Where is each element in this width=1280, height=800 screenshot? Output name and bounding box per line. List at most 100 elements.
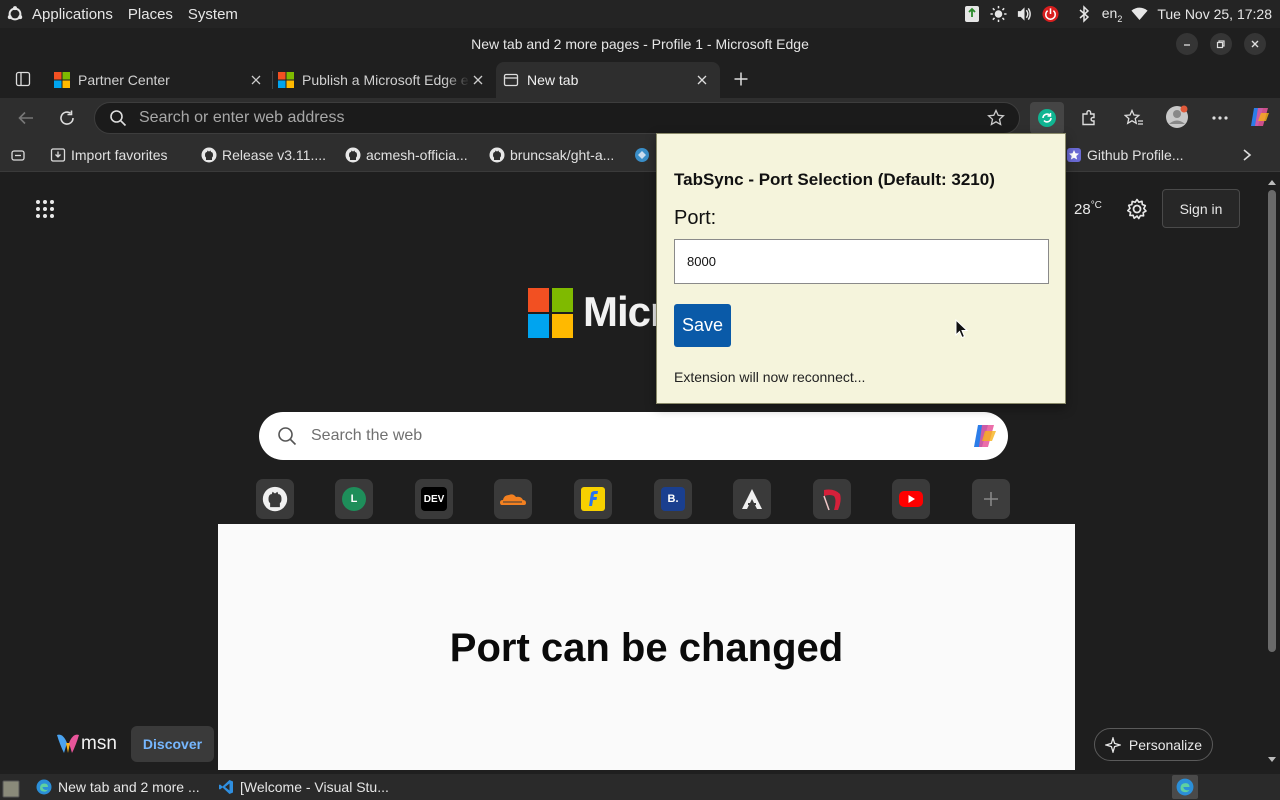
copilot-button[interactable] — [1245, 102, 1275, 132]
tabsync-icon — [1038, 109, 1056, 127]
profile-button[interactable] — [1162, 102, 1192, 132]
quick-link-github[interactable] — [256, 479, 294, 519]
window-title: New tab and 2 more pages - Profile 1 - M… — [471, 36, 809, 52]
quick-link-dev[interactable]: DEV — [415, 479, 453, 519]
personalize-button[interactable]: Personalize — [1094, 728, 1213, 761]
minimize-button[interactable] — [1176, 33, 1198, 55]
port-input[interactable]: 8000 — [674, 239, 1049, 284]
favorite-hidden-item[interactable] — [634, 138, 655, 172]
tab-partner-center[interactable]: Partner Center — [52, 62, 270, 98]
maximize-button[interactable] — [1210, 33, 1232, 55]
weather-unit: °C — [1090, 200, 1102, 211]
menu-applications[interactable]: Applications — [32, 6, 122, 23]
tab-close-button[interactable] — [470, 72, 486, 88]
show-desktop-button[interactable] — [2, 778, 20, 800]
favorites-button[interactable] — [1119, 103, 1149, 133]
favorite-acmesh[interactable]: acmesh-officia... — [345, 138, 468, 172]
top-panel: Applications Places System en2 Tue Nov 2… — [0, 0, 1280, 28]
tabsync-extension-button[interactable] — [1030, 102, 1064, 134]
tab-publish-edge[interactable]: Publish a Microsoft Edge e — [278, 62, 492, 98]
favorite-label: acmesh-officia... — [366, 147, 468, 163]
tab-actions-button[interactable] — [8, 64, 38, 94]
quick-link-arch[interactable] — [733, 479, 771, 519]
refresh-button[interactable] — [52, 103, 82, 133]
vscode-icon — [219, 780, 233, 794]
msn-butterfly-icon — [57, 734, 79, 753]
panel-menu: Applications Places System — [0, 5, 247, 23]
youtube-icon — [899, 491, 923, 507]
caption-headline: Port can be changed — [449, 626, 844, 670]
extensions-button[interactable] — [1074, 103, 1104, 133]
web-search-box[interactable]: Search the web — [259, 412, 1008, 460]
favorite-import[interactable]: Import favorites — [50, 138, 167, 172]
favorite-github-profile[interactable]: Github Profile... — [1066, 138, 1184, 172]
quick-link-cloudflare[interactable] — [494, 479, 532, 519]
address-bar[interactable]: Search or enter web address — [94, 102, 1020, 134]
brightness-icon[interactable] — [990, 5, 1007, 23]
copilot-icon[interactable] — [970, 421, 1000, 451]
page-scrollbar[interactable] — [1264, 172, 1280, 770]
scrollbar-thumb[interactable] — [1268, 190, 1276, 652]
tab-actions-icon — [15, 71, 31, 87]
github-icon — [201, 147, 217, 163]
discover-tab[interactable]: Discover — [130, 726, 215, 762]
favorite-label: Release v3.11.... — [222, 147, 327, 163]
scroll-up-icon[interactable] — [1267, 178, 1277, 186]
quick-link-youtube[interactable] — [892, 479, 930, 519]
port-label: Port: — [674, 207, 717, 229]
sign-in-button[interactable]: Sign in — [1162, 189, 1240, 228]
volume-icon[interactable] — [1016, 6, 1033, 23]
close-window-button[interactable] — [1244, 33, 1266, 55]
back-button[interactable] — [11, 103, 41, 133]
close-icon — [697, 75, 707, 85]
gear-icon[interactable] — [1125, 197, 1149, 221]
puzzle-icon — [1082, 110, 1095, 126]
taskbar-item-vscode[interactable]: [Welcome - Visual Stu... — [218, 776, 389, 798]
favorite-release[interactable]: Release v3.11.... — [201, 138, 326, 172]
browser-toolbar: Search or enter web address — [0, 98, 1280, 138]
favorites-bar-toggle[interactable] — [10, 138, 26, 172]
favorites-star-list-icon — [1124, 109, 1143, 125]
quick-link-red-app[interactable] — [813, 479, 851, 519]
bluetooth-icon[interactable] — [1076, 5, 1093, 23]
tab-close-button[interactable] — [694, 72, 710, 88]
arch-icon — [742, 489, 762, 509]
settings-more-button[interactable] — [1205, 103, 1235, 133]
favorite-star-icon[interactable] — [987, 109, 1005, 127]
favorites-overflow-button[interactable] — [1240, 138, 1254, 172]
power-icon[interactable] — [1042, 5, 1059, 23]
save-button[interactable]: Save — [674, 304, 731, 347]
screen: Applications Places System en2 Tue Nov 2… — [0, 0, 1280, 800]
quick-link-flipkart[interactable] — [574, 479, 612, 519]
microsoft-wordmark: Micr — [583, 288, 666, 335]
apps-grid-icon[interactable] — [35, 199, 55, 219]
scroll-down-icon[interactable] — [1267, 756, 1277, 764]
microsoft-logo-icon — [54, 72, 70, 88]
restore-icon — [1216, 40, 1225, 49]
favorite-bruncsak[interactable]: bruncsak/ght-a... — [489, 138, 614, 172]
msn-logo[interactable]: msn — [55, 731, 117, 757]
add-quick-link-button[interactable] — [972, 479, 1010, 519]
tab-label: Partner Center — [78, 72, 170, 88]
booking-icon: B. — [661, 487, 685, 511]
keyboard-layout[interactable]: en2 — [1102, 5, 1123, 24]
github-icon — [262, 486, 288, 512]
minimize-icon — [1184, 44, 1190, 46]
taskbar-item-edge[interactable]: New tab and 2 more ... — [36, 776, 200, 798]
weather-widget[interactable]: 28°C — [1074, 200, 1102, 218]
quick-link-booking[interactable]: B. — [654, 479, 692, 519]
tab-new-tab[interactable]: New tab — [496, 62, 720, 98]
wifi-icon[interactable] — [1131, 6, 1148, 23]
tab-close-button[interactable] — [248, 72, 264, 88]
favorites-bar: Import favorites Release v3.11.... acmes… — [0, 138, 1280, 172]
clock[interactable]: Tue Nov 25, 17:28 — [1157, 6, 1272, 22]
quick-link-l[interactable]: L — [335, 479, 373, 519]
menu-system[interactable]: System — [182, 6, 247, 23]
new-tab-button[interactable] — [726, 64, 756, 94]
taskbar-label: New tab and 2 more ... — [58, 779, 200, 795]
caption-overlay: Port can be changed — [218, 524, 1075, 770]
chevron-right-icon — [1243, 149, 1252, 161]
recycle-icon[interactable] — [964, 6, 981, 23]
menu-places[interactable]: Places — [122, 6, 182, 23]
tray-edge-button[interactable] — [1172, 775, 1198, 799]
